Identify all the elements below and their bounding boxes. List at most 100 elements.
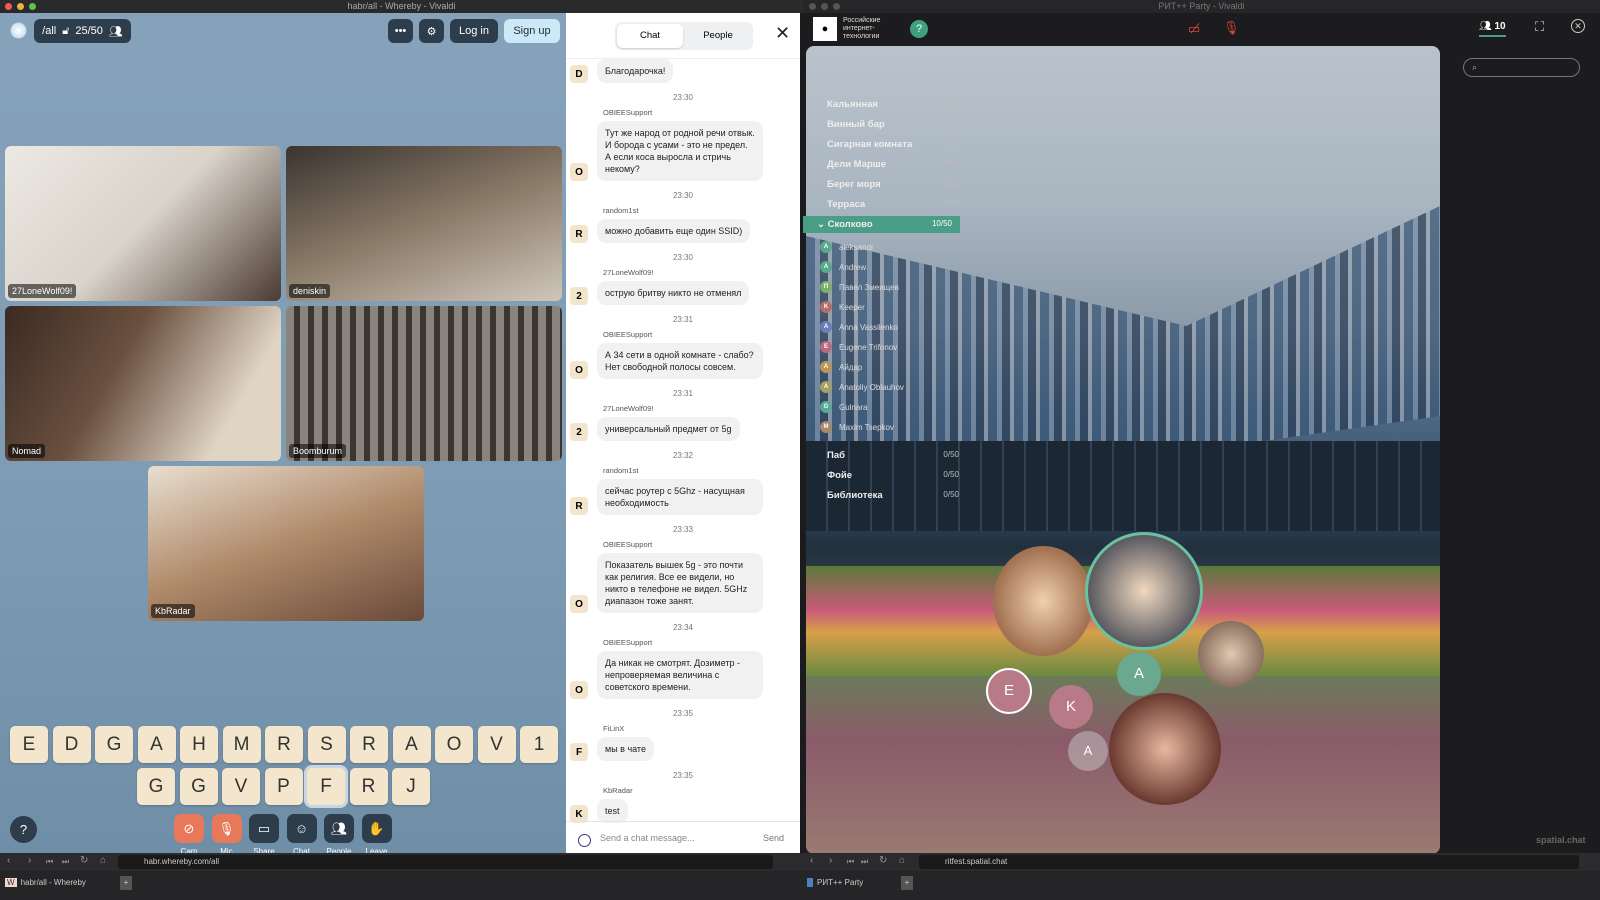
- emoji-icon[interactable]: [578, 834, 591, 847]
- login-button[interactable]: Log in: [450, 19, 498, 43]
- letter-key[interactable]: O: [435, 726, 473, 763]
- letter-key[interactable]: R: [350, 726, 388, 763]
- room-item[interactable]: Винный бар 0/50: [827, 119, 959, 130]
- message-row: Rможно добавить еще один SSID): [570, 219, 800, 243]
- member-item[interactable]: M Maxim Tsepkov: [820, 421, 894, 433]
- more-button[interactable]: •••: [388, 19, 413, 43]
- room-item[interactable]: Берег моря 0/50: [827, 179, 959, 190]
- letter-key[interactable]: D: [52, 726, 91, 763]
- letter-key[interactable]: P: [264, 768, 303, 805]
- chat-message: 23:35 KbRadar Ktest: [566, 771, 800, 823]
- participants-button[interactable]: 👥︎ 10: [1479, 21, 1506, 37]
- letter-key[interactable]: F: [307, 768, 345, 805]
- room-item[interactable]: Библиотека 0/50: [827, 490, 959, 501]
- reload-icon[interactable]: ↻: [80, 855, 88, 866]
- letter-key[interactable]: V: [477, 726, 516, 763]
- member-item[interactable]: A Anna Vassilenko: [820, 321, 898, 333]
- avatar: O: [570, 361, 588, 379]
- letter-key[interactable]: M: [222, 726, 261, 763]
- fullscreen-icon[interactable]: ⛶: [1535, 19, 1544, 35]
- home-icon[interactable]: ⌂: [899, 855, 905, 866]
- rewind-icon[interactable]: ⏮: [847, 857, 854, 867]
- url-field[interactable]: habr.whereby.com/all: [118, 855, 773, 869]
- member-item[interactable]: A Anatoliy Oblauhov: [820, 381, 904, 393]
- close-icon[interactable]: ✕: [1571, 19, 1585, 33]
- letter-key[interactable]: V: [222, 768, 260, 805]
- room-name: /all: [42, 25, 57, 37]
- message-author: OBIEESupport: [603, 330, 653, 339]
- avatar-e[interactable]: E: [986, 668, 1032, 714]
- avatar-a-faded[interactable]: A: [1068, 731, 1108, 771]
- room-item[interactable]: ⌄ Сколково 10/50: [803, 216, 960, 233]
- letter-key[interactable]: G: [137, 768, 175, 805]
- reload-icon[interactable]: ↻: [879, 855, 887, 866]
- settings-button[interactable]: ⚙: [419, 19, 444, 43]
- letter-key[interactable]: G: [95, 726, 133, 763]
- forward-icon[interactable]: ›: [28, 855, 31, 866]
- room-info[interactable]: /all 🔓︎ 25/50 👥︎: [34, 19, 131, 43]
- forward-icon[interactable]: ›: [829, 855, 832, 866]
- avatar-a[interactable]: A: [1117, 652, 1161, 696]
- letter-key[interactable]: A: [137, 726, 176, 763]
- browser-tab[interactable]: Whabr/all - Whereby: [5, 876, 86, 890]
- help-button[interactable]: ?: [10, 816, 37, 843]
- camera-off-icon[interactable]: ▭̸: [1188, 21, 1200, 37]
- signup-button[interactable]: Sign up: [504, 19, 560, 43]
- browser-tab[interactable]: РИТ++ Party: [807, 876, 863, 890]
- avatar-k[interactable]: K: [1049, 685, 1093, 729]
- letter-key[interactable]: E: [10, 726, 48, 763]
- new-tab-button[interactable]: +: [120, 876, 132, 890]
- room-item[interactable]: Дели Марше 0/50: [827, 159, 959, 170]
- help-icon[interactable]: ?: [910, 20, 928, 38]
- search-input[interactable]: ⌕: [1463, 58, 1580, 77]
- back-icon[interactable]: ‹: [810, 855, 813, 866]
- message-list[interactable]: D Благодарочка! 23:30 OBIEESupport O Тут же н…: [566, 59, 800, 829]
- member-item[interactable]: E Eugene Trifonov: [820, 341, 897, 353]
- fastforward-icon[interactable]: ⏭: [861, 857, 868, 867]
- tab-people[interactable]: People: [685, 24, 751, 48]
- participant-count: 25/50: [75, 25, 103, 37]
- member-item[interactable]: K Keeper: [820, 301, 865, 313]
- letter-key[interactable]: R: [265, 726, 303, 763]
- room-item[interactable]: Кальянная 0/50: [827, 99, 959, 110]
- chat-button[interactable]: ☺: [286, 814, 317, 843]
- share-button[interactable]: ▭: [249, 814, 279, 843]
- cam-button[interactable]: ⊘: [174, 814, 204, 843]
- close-icon[interactable]: ✕: [775, 23, 790, 44]
- room-item[interactable]: Паб 0/50: [827, 450, 959, 461]
- fastforward-icon[interactable]: ⏭: [62, 857, 69, 867]
- member-item[interactable]: Aaleksandr: [820, 241, 874, 253]
- letter-key[interactable]: G: [179, 768, 218, 805]
- room-item[interactable]: Фойе 0/50: [827, 470, 959, 481]
- letter-key[interactable]: A: [392, 726, 431, 763]
- back-icon[interactable]: ‹: [7, 855, 10, 866]
- letter-key[interactable]: 1: [520, 726, 558, 763]
- chat-message: 23:30 OBIEESupport O Тут же народ от родной…: [566, 93, 800, 181]
- chat-input[interactable]: Send a chat message...: [600, 833, 740, 843]
- tab-chat[interactable]: Chat: [617, 24, 683, 48]
- room-item[interactable]: Сигарная комната 0/50: [827, 139, 959, 150]
- send-button[interactable]: Send: [763, 833, 784, 843]
- avatar: O: [570, 163, 588, 181]
- member-item[interactable]: П Павел Змеищев: [820, 281, 899, 293]
- url-field[interactable]: ritfest.spatial.chat: [919, 855, 1579, 869]
- mic-off-icon[interactable]: 🎙︎: [1223, 20, 1240, 36]
- member-item[interactable]: A Айдар: [820, 361, 862, 373]
- mic-icon: 🎙︎: [218, 820, 235, 836]
- letter-key[interactable]: H: [180, 726, 218, 763]
- new-tab-button[interactable]: +: [901, 876, 913, 890]
- leave-button[interactable]: ✋: [361, 814, 392, 843]
- people-button[interactable]: 👥︎: [324, 814, 354, 843]
- mic-button[interactable]: 🎙︎: [211, 814, 242, 843]
- letter-key[interactable]: S: [307, 726, 346, 763]
- avatar: R: [570, 225, 588, 243]
- rewind-icon[interactable]: ⏮: [46, 857, 53, 867]
- letter-key[interactable]: R: [349, 768, 388, 805]
- member-item[interactable]: A Andrew: [820, 261, 866, 273]
- room-item[interactable]: Терраса 0/50: [827, 199, 959, 210]
- letter-key[interactable]: J: [392, 768, 430, 805]
- left-address-bar: ‹ › ⏮ ⏭ ↻ ⌂ habr.whereby.com/all: [0, 853, 803, 871]
- home-icon[interactable]: ⌂: [100, 855, 106, 866]
- member-item[interactable]: G Gulnara: [820, 401, 867, 413]
- member-avatar: E: [820, 341, 832, 353]
